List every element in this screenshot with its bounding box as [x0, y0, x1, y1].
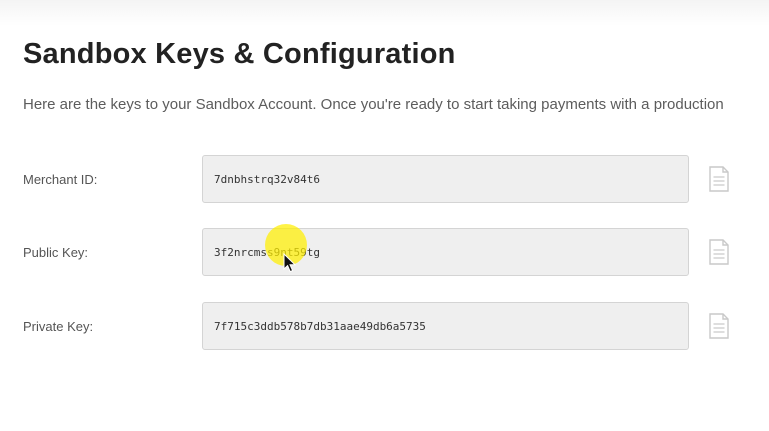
intro-text: Here are the keys to your Sandbox Accoun… [23, 96, 724, 113]
public-key-copy-button[interactable] [708, 239, 730, 265]
clipboard-copy-icon [709, 313, 729, 339]
merchant-id-label: Merchant ID: [23, 172, 98, 187]
private-key-copy-button[interactable] [708, 313, 730, 339]
merchant-id-copy-button[interactable] [708, 166, 730, 192]
private-key-field[interactable]: 7f715c3ddb578b7db31aae49db6a5735 [202, 302, 689, 350]
public-key-field[interactable]: 3f2nrcmss9nt59tg [202, 228, 689, 276]
page-title: Sandbox Keys & Configuration [23, 38, 456, 70]
top-shade [0, 0, 769, 26]
public-key-label: Public Key: [23, 245, 89, 260]
private-key-row: Private Key: 7f715c3ddb578b7db31aae49db6… [0, 302, 769, 352]
merchant-id-row: Merchant ID: 7dnbhstrq32v84t6 [0, 155, 769, 205]
private-key-label: Private Key: [23, 319, 94, 334]
clipboard-copy-icon [709, 239, 729, 265]
clipboard-copy-icon [709, 166, 729, 192]
public-key-row: Public Key: 3f2nrcmss9nt59tg [0, 228, 769, 278]
merchant-id-field[interactable]: 7dnbhstrq32v84t6 [202, 155, 689, 203]
